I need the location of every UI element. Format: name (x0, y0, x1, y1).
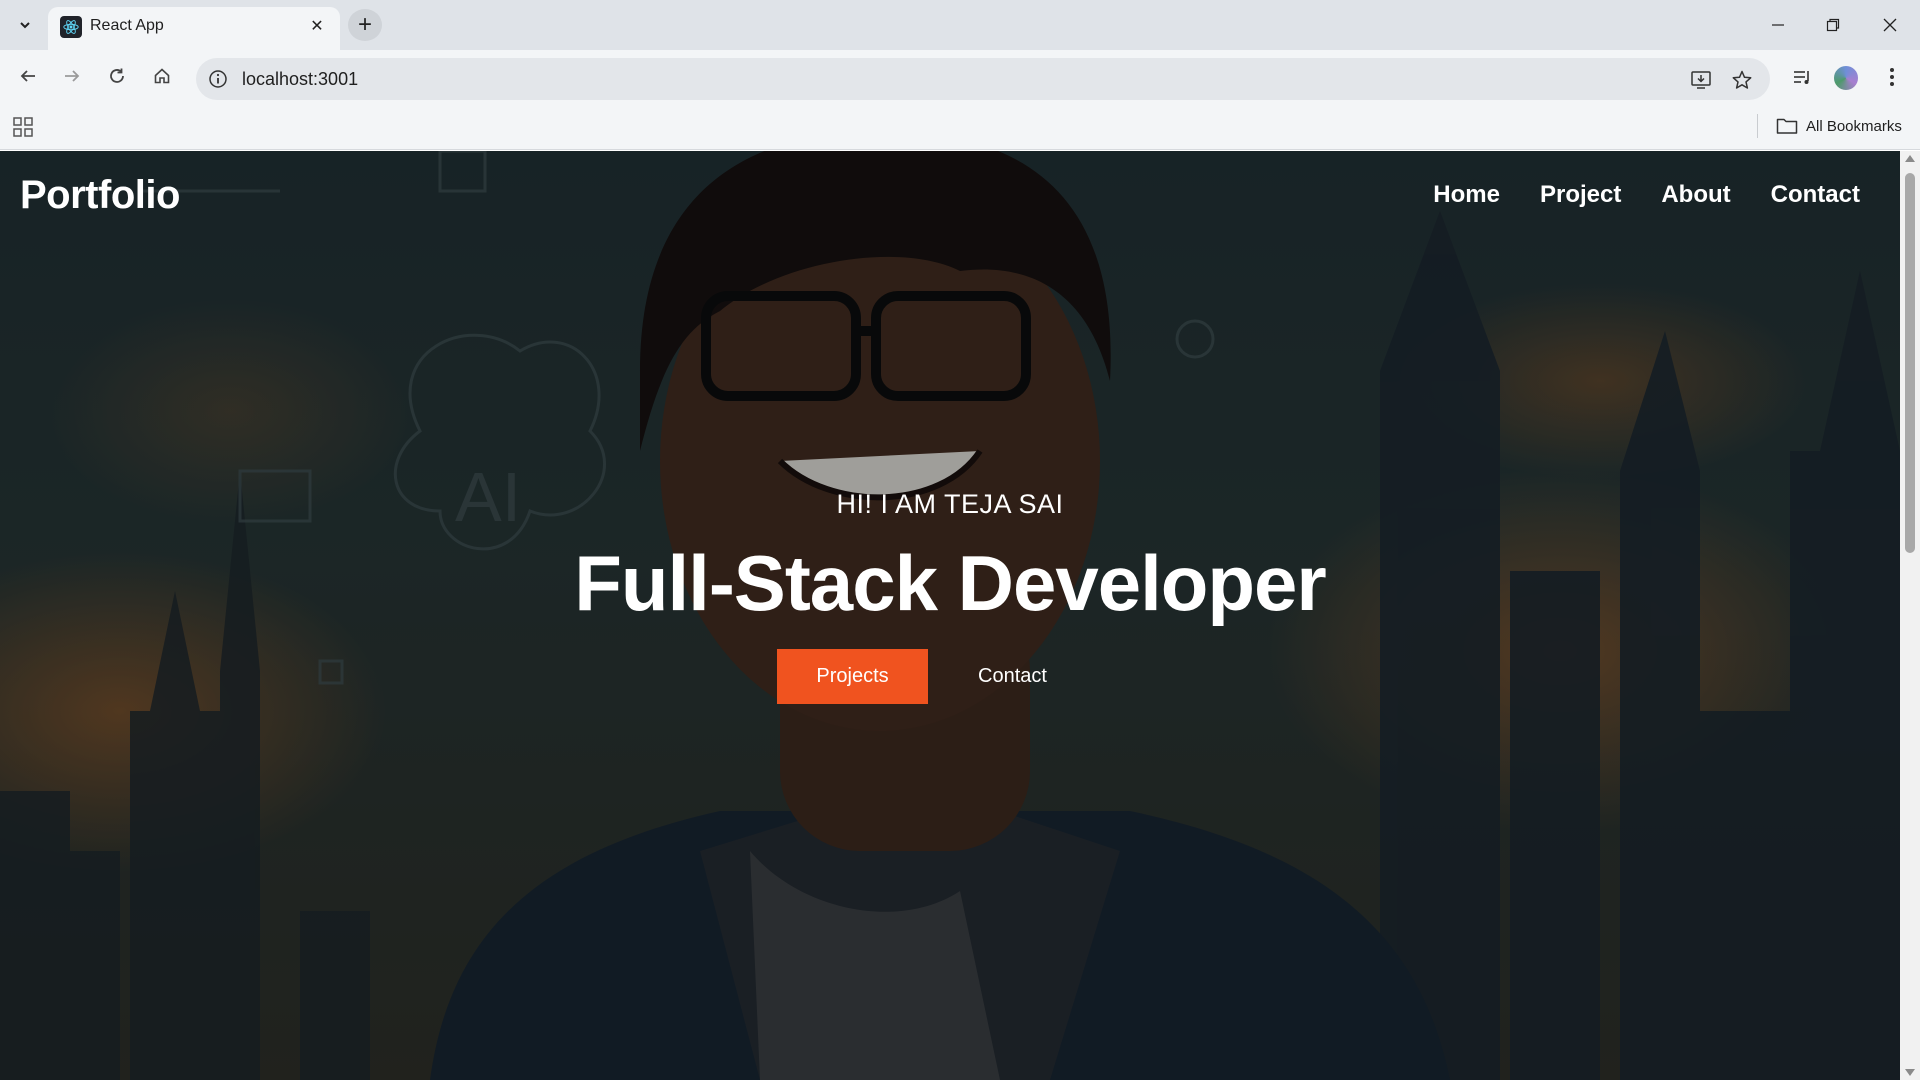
close-icon (1883, 18, 1897, 32)
restore-button[interactable] (1813, 10, 1853, 40)
tab-title: React App (90, 17, 164, 34)
address-bar[interactable]: localhost:3001 (196, 58, 1770, 100)
install-app-icon[interactable] (1688, 67, 1714, 93)
nav-item-about[interactable]: About (1661, 181, 1730, 209)
plus-icon: + (357, 11, 372, 38)
close-window-button[interactable] (1870, 10, 1910, 40)
info-icon[interactable] (206, 67, 230, 91)
apps-grid-icon[interactable] (12, 116, 34, 138)
profile-avatar[interactable] (1832, 64, 1860, 92)
site-logo[interactable]: Portfolio (20, 173, 180, 218)
forward-button[interactable] (56, 60, 88, 92)
forward-arrow-icon (65, 70, 80, 82)
minimize-icon (1772, 24, 1784, 26)
tab-list-button[interactable] (12, 12, 38, 38)
restore-icon (1826, 18, 1840, 32)
contact-button[interactable]: Contact (974, 665, 1051, 688)
scroll-down-arrow-icon[interactable] (1905, 1069, 1915, 1076)
nav-item-home[interactable]: Home (1433, 181, 1500, 209)
reload-icon (110, 68, 124, 83)
react-icon (60, 16, 82, 38)
all-bookmarks-label: All Bookmarks (1806, 117, 1902, 135)
main-nav: Home Project About Contact (1433, 181, 1860, 209)
scroll-up-arrow-icon[interactable] (1905, 155, 1915, 162)
browser-toolbar: localhost:3001 (0, 50, 1920, 102)
hero-section: HI! I AM TEJA SAI Full-Stack Developer P… (0, 489, 1900, 704)
back-button[interactable] (12, 60, 44, 92)
back-arrow-icon (20, 70, 35, 82)
nav-item-contact[interactable]: Contact (1771, 181, 1860, 209)
close-icon[interactable]: ✕ (306, 15, 328, 37)
page-scrollbar[interactable] (1900, 151, 1920, 1080)
browser-tab[interactable]: React App ✕ (48, 7, 340, 50)
all-bookmarks-button[interactable]: All Bookmarks (1776, 114, 1902, 138)
minimize-button[interactable] (1758, 10, 1798, 40)
projects-button[interactable]: Projects (777, 649, 929, 704)
hero-greeting: HI! I AM TEJA SAI (836, 489, 1064, 519)
media-control-icon[interactable] (1787, 62, 1817, 92)
chevron-down-icon (20, 22, 30, 29)
star-icon[interactable] (1729, 67, 1755, 93)
nav-item-project[interactable]: Project (1540, 181, 1621, 209)
page-viewport: AI Portfolio Home Project About Contact … (0, 151, 1900, 1080)
folder-icon (1776, 118, 1798, 134)
hero-title: Full-Stack Developer (574, 539, 1327, 627)
url-text: localhost:3001 (242, 69, 359, 89)
bookmarks-bar: All Bookmarks (0, 102, 1920, 150)
new-tab-button[interactable]: + (348, 9, 382, 41)
home-button[interactable] (146, 60, 178, 92)
scroll-thumb[interactable] (1905, 173, 1915, 553)
kebab-menu-icon[interactable] (1877, 62, 1907, 92)
hero-actions: Projects Contact (0, 649, 1900, 704)
reload-button[interactable] (101, 60, 133, 92)
bookmarks-divider (1757, 114, 1758, 138)
tab-bar: React App ✕ + (0, 0, 1920, 50)
home-icon (154, 68, 170, 84)
